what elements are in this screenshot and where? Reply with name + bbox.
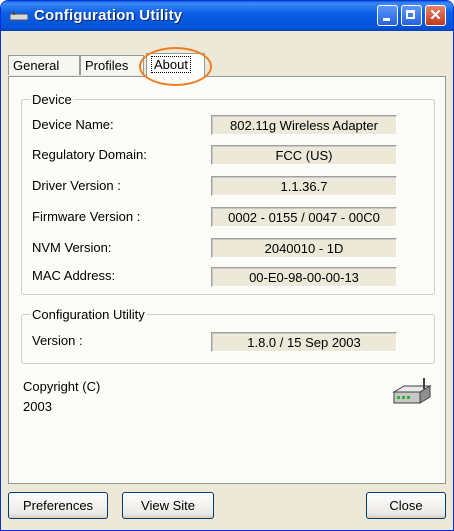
- close-window-button[interactable]: ✕: [425, 5, 446, 26]
- mac-address-label: MAC Address:: [32, 268, 116, 283]
- close-icon: ✕: [429, 7, 442, 24]
- configuration-utility-window: Configuration Utility ✕ General Profiles…: [0, 0, 454, 531]
- tab-profiles[interactable]: Profiles: [80, 55, 144, 75]
- nvm-version-label: NVM Version:: [32, 240, 112, 255]
- driver-version-label: Driver Version :: [32, 178, 121, 193]
- driver-version-value: 1.1.36.7: [211, 176, 397, 196]
- config-utility-group: Configuration Utility Version : 1.8.0 / …: [21, 307, 435, 364]
- device-group-title: Device: [30, 92, 74, 107]
- maximize-button[interactable]: [401, 5, 422, 26]
- view-site-button[interactable]: View Site: [122, 492, 214, 519]
- regulatory-domain-value: FCC (US): [211, 145, 397, 165]
- version-label: Version :: [32, 333, 83, 348]
- close-button[interactable]: Close: [366, 492, 446, 519]
- about-panel: Device Device Name: 802.11g Wireless Ada…: [8, 76, 446, 484]
- firmware-version-label: Firmware Version :: [32, 209, 141, 224]
- router-icon: [392, 378, 432, 404]
- window-title: Configuration Utility: [34, 7, 183, 24]
- network-adapter-icon: [10, 11, 28, 21]
- device-group: Device Device Name: 802.11g Wireless Ada…: [21, 92, 435, 295]
- device-name-value: 802.11g Wireless Adapter: [211, 115, 397, 135]
- regulatory-domain-label: Regulatory Domain:: [32, 147, 147, 162]
- mac-address-value: 00-E0-98-00-00-13: [211, 267, 397, 287]
- copyright-year: 2003: [23, 399, 52, 414]
- device-name-label: Device Name:: [32, 117, 114, 132]
- firmware-version-value: 0002 - 0155 / 0047 - 00C0: [211, 207, 397, 227]
- tab-general[interactable]: General: [8, 55, 80, 75]
- tab-highlight-circle: [139, 47, 212, 86]
- title-bar[interactable]: Configuration Utility ✕: [1, 1, 453, 31]
- config-utility-group-title: Configuration Utility: [30, 307, 147, 322]
- version-value: 1.8.0 / 15 Sep 2003: [211, 332, 397, 352]
- minimize-button[interactable]: [377, 5, 398, 26]
- preferences-button[interactable]: Preferences: [8, 492, 108, 519]
- nvm-version-value: 2040010 - 1D: [211, 238, 397, 258]
- copyright-text: Copyright (C): [23, 379, 101, 394]
